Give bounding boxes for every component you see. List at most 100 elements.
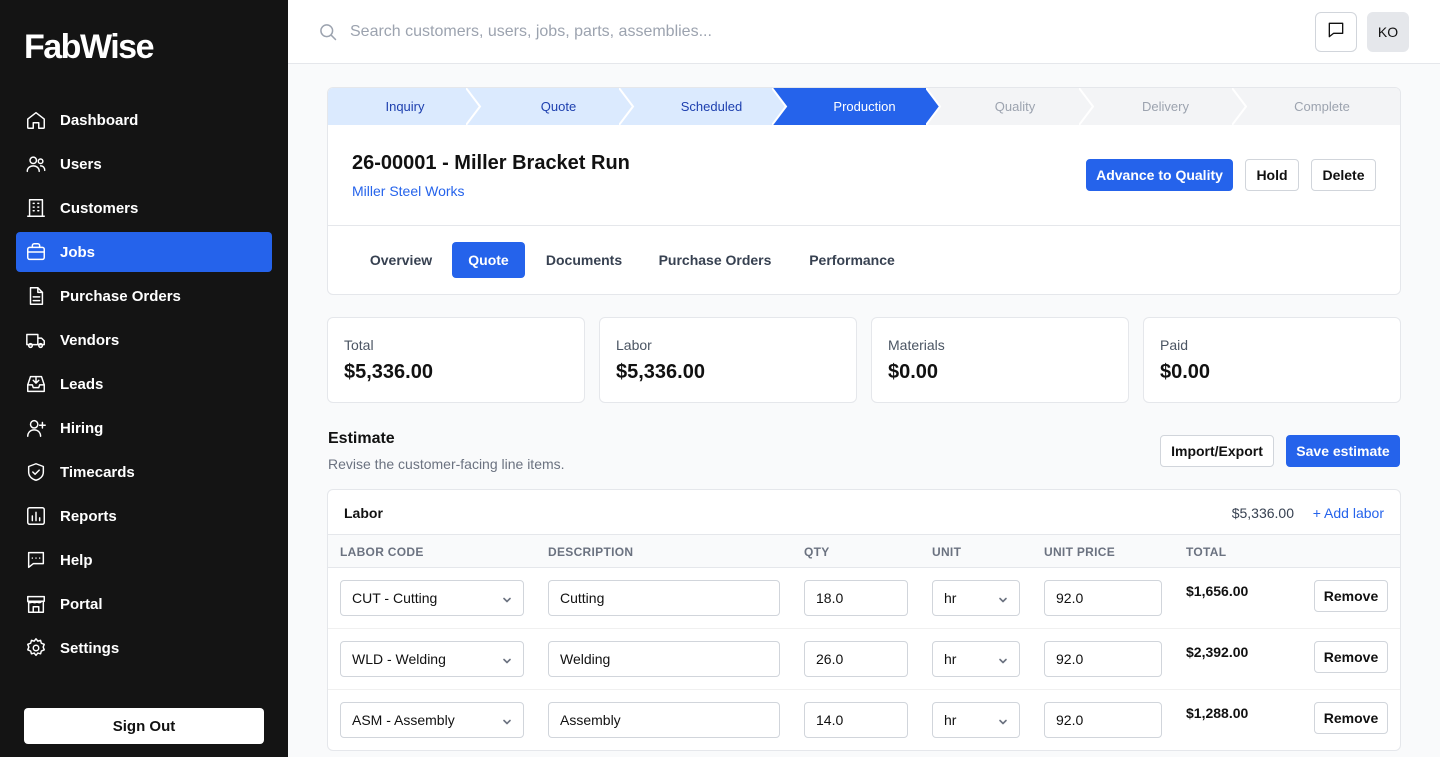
sidebar-item-dashboard[interactable]: Dashboard bbox=[16, 100, 272, 140]
stat-value: $5,336.00 bbox=[616, 361, 705, 383]
sidebar-item-vendors[interactable]: Vendors bbox=[16, 320, 272, 360]
divider bbox=[328, 225, 1400, 226]
remove-row-button[interactable]: Remove bbox=[1314, 580, 1388, 612]
stage-complete[interactable]: Complete bbox=[1242, 88, 1400, 125]
message-icon bbox=[1326, 20, 1346, 45]
avatar[interactable]: KO bbox=[1367, 12, 1409, 52]
qty-input[interactable]: 14.0 bbox=[804, 702, 908, 738]
sidebar-item-label: Vendors bbox=[60, 331, 120, 349]
unit-select[interactable]: hr bbox=[932, 580, 1020, 616]
messages-button[interactable] bbox=[1315, 12, 1357, 52]
sidebar-item-purchase-orders[interactable]: Purchase Orders bbox=[16, 276, 272, 316]
sidebar-item-portal[interactable]: Portal bbox=[16, 584, 272, 624]
chevron-down-icon bbox=[997, 654, 1009, 666]
chevron-down-icon bbox=[501, 654, 513, 666]
sidebar-item-help[interactable]: Help bbox=[16, 540, 272, 580]
stage-inquiry[interactable]: Inquiry bbox=[328, 88, 482, 125]
remove-row-button[interactable]: Remove bbox=[1314, 702, 1388, 734]
description-input[interactable]: Welding bbox=[548, 641, 780, 677]
customer-link[interactable]: Miller Steel Works bbox=[352, 183, 465, 199]
app-logo[interactable]: FabWise bbox=[24, 28, 155, 67]
stat-card-total: Total $5,336.00 bbox=[327, 317, 585, 403]
tab-purchase-orders[interactable]: Purchase Orders bbox=[642, 242, 788, 278]
labor-code-select[interactable]: ASM - Assembly bbox=[340, 702, 524, 738]
job-header-card: Inquiry Quote Scheduled Production Quali… bbox=[327, 87, 1401, 295]
unit-price-input[interactable]: 92.0 bbox=[1044, 580, 1162, 616]
stat-value: $0.00 bbox=[888, 361, 939, 383]
stat-card-paid: Paid $0.00 bbox=[1143, 317, 1401, 403]
add-labor-link[interactable]: + Add labor bbox=[1313, 505, 1384, 521]
column-header-description: DESCRIPTION bbox=[548, 545, 634, 559]
labor-code-value: ASM - Assembly bbox=[352, 712, 455, 728]
tab-performance[interactable]: Performance bbox=[790, 242, 914, 278]
tab-quote[interactable]: Quote bbox=[452, 242, 525, 278]
sidebar-item-reports[interactable]: Reports bbox=[16, 496, 272, 536]
row-total: $1,288.00 bbox=[1186, 705, 1249, 721]
stat-label: Labor bbox=[616, 337, 652, 353]
home-icon bbox=[24, 108, 48, 132]
sidebar-item-label: Reports bbox=[60, 507, 117, 525]
stat-value: $0.00 bbox=[1160, 361, 1211, 383]
storefront-icon bbox=[24, 592, 48, 616]
unit-select[interactable]: hr bbox=[932, 641, 1020, 677]
sidebar-item-label: Portal bbox=[60, 595, 103, 613]
advance-to-quality-button[interactable]: Advance to Quality bbox=[1086, 159, 1233, 191]
description-input[interactable]: Cutting bbox=[548, 580, 780, 616]
sign-out-button[interactable]: Sign Out bbox=[24, 708, 264, 744]
unit-price-input[interactable]: 92.0 bbox=[1044, 702, 1162, 738]
stat-label: Paid bbox=[1160, 337, 1189, 353]
sidebar-item-label: Purchase Orders bbox=[60, 287, 181, 305]
estimate-subtitle: Revise the customer-facing line items. bbox=[328, 456, 565, 472]
stage-scheduled[interactable]: Scheduled bbox=[635, 88, 788, 125]
sidebar-item-leads[interactable]: Leads bbox=[16, 364, 272, 404]
labor-code-select[interactable]: WLD - Welding bbox=[340, 641, 524, 677]
row-total: $2,392.00 bbox=[1186, 644, 1249, 660]
stage-production[interactable]: Production bbox=[788, 88, 926, 125]
labor-section: Labor $5,336.00 + Add labor LABOR CODE D… bbox=[327, 489, 1401, 751]
gear-icon bbox=[24, 636, 48, 660]
sidebar-item-label: Hiring bbox=[60, 419, 104, 437]
labor-code-select[interactable]: CUT - Cutting bbox=[340, 580, 524, 616]
labor-section-total: $5,336.00 bbox=[1231, 505, 1294, 521]
stage-separator bbox=[1079, 88, 1095, 125]
table-row: ASM - Assembly Assembly 14.0 hr 92.0 $1,… bbox=[328, 690, 1400, 750]
stage-quality[interactable]: Quality bbox=[926, 88, 1089, 125]
delete-button[interactable]: Delete bbox=[1311, 159, 1376, 191]
sidebar-item-jobs[interactable]: Jobs bbox=[16, 232, 272, 272]
unit-value: hr bbox=[944, 590, 957, 606]
save-estimate-button[interactable]: Save estimate bbox=[1286, 435, 1400, 467]
unit-select[interactable]: hr bbox=[932, 702, 1020, 738]
inbox-icon bbox=[24, 372, 48, 396]
search-input[interactable] bbox=[350, 14, 1250, 50]
stage-separator bbox=[1232, 88, 1248, 125]
stat-value: $5,336.00 bbox=[344, 361, 433, 383]
sidebar-item-users[interactable]: Users bbox=[16, 144, 272, 184]
tab-documents[interactable]: Documents bbox=[528, 242, 640, 278]
stat-label: Materials bbox=[888, 337, 945, 353]
shield-check-icon bbox=[24, 460, 48, 484]
labor-code-value: WLD - Welding bbox=[352, 651, 446, 667]
description-input[interactable]: Assembly bbox=[548, 702, 780, 738]
stat-label: Total bbox=[344, 337, 374, 353]
remove-row-button[interactable]: Remove bbox=[1314, 641, 1388, 673]
qty-input[interactable]: 26.0 bbox=[804, 641, 908, 677]
sidebar-item-customers[interactable]: Customers bbox=[16, 188, 272, 228]
sidebar-item-settings[interactable]: Settings bbox=[16, 628, 272, 668]
sidebar-item-timecards[interactable]: Timecards bbox=[16, 452, 272, 492]
hold-button[interactable]: Hold bbox=[1245, 159, 1299, 191]
qty-input[interactable]: 18.0 bbox=[804, 580, 908, 616]
chevron-down-icon bbox=[997, 593, 1009, 605]
unit-price-input[interactable]: 92.0 bbox=[1044, 641, 1162, 677]
tab-overview[interactable]: Overview bbox=[352, 242, 450, 278]
stage-quote[interactable]: Quote bbox=[482, 88, 635, 125]
truck-icon bbox=[24, 328, 48, 352]
job-title: 26-00001 - Miller Bracket Run bbox=[352, 152, 630, 174]
stage-separator bbox=[926, 88, 942, 125]
job-stage-stepper: Inquiry Quote Scheduled Production Quali… bbox=[328, 88, 1400, 125]
stage-delivery[interactable]: Delivery bbox=[1089, 88, 1242, 125]
row-total: $1,656.00 bbox=[1186, 583, 1249, 599]
topbar: KO bbox=[288, 0, 1440, 64]
sidebar-item-hiring[interactable]: Hiring bbox=[16, 408, 272, 448]
import-export-button[interactable]: Import/Export bbox=[1160, 435, 1274, 467]
sidebar-item-label: Leads bbox=[60, 375, 104, 393]
